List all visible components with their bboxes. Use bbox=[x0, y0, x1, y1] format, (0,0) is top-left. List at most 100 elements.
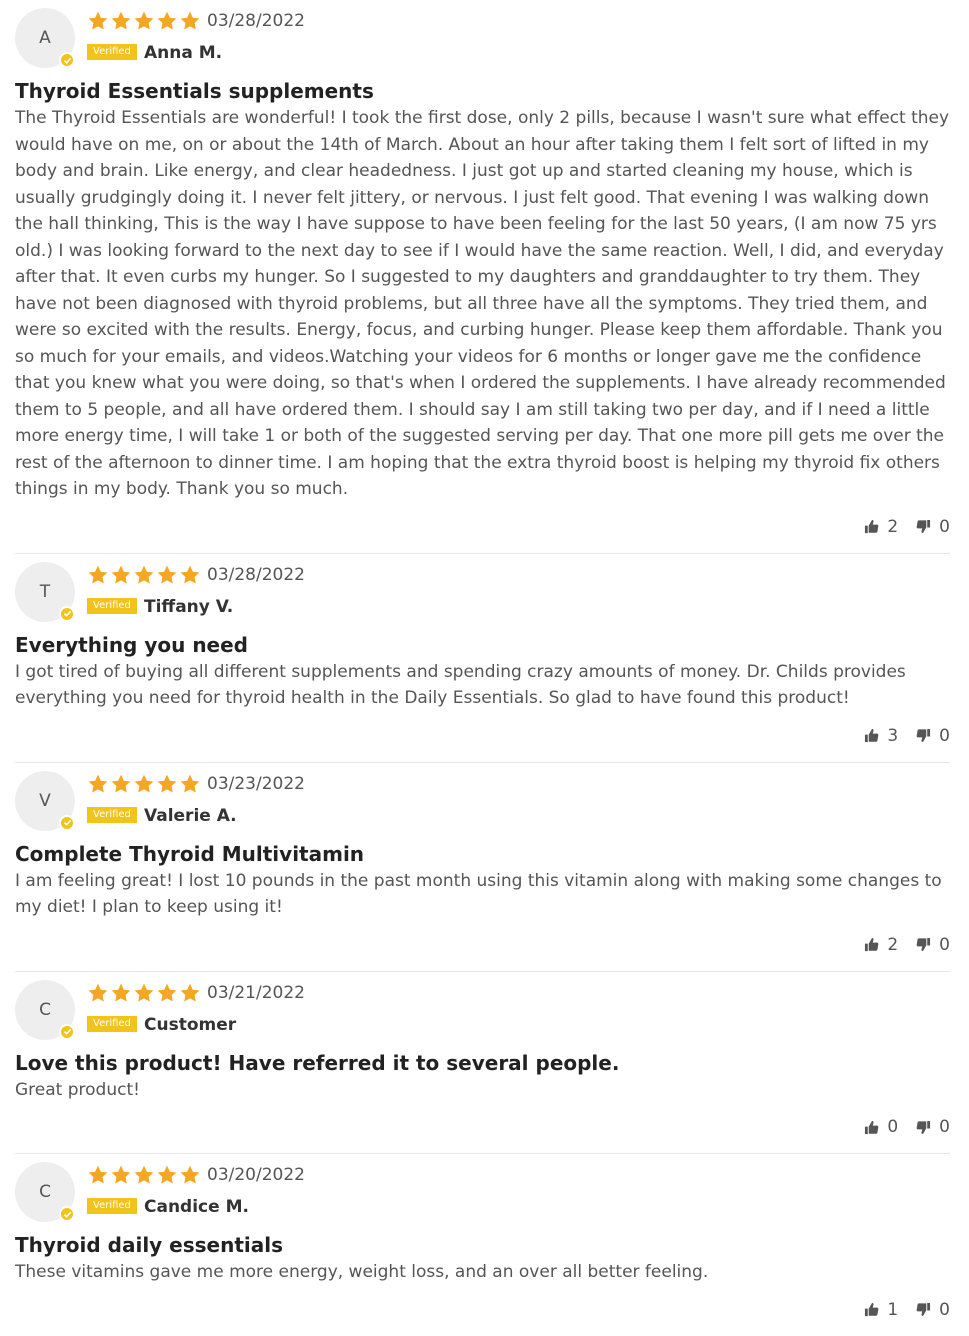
star-icon bbox=[179, 773, 201, 795]
upvote-count: 0 bbox=[887, 1117, 899, 1137]
star-icon bbox=[156, 564, 178, 586]
star-icon bbox=[87, 10, 109, 32]
verified-check-icon bbox=[59, 605, 75, 622]
star-icon bbox=[179, 564, 201, 586]
review-header: C 03/21/2022 Verified Customer bbox=[15, 979, 950, 1048]
star-rating bbox=[87, 1164, 201, 1186]
review-date: 03/21/2022 bbox=[207, 982, 305, 1003]
review-title: Thyroid daily essentials bbox=[15, 1233, 284, 1257]
upvote-button[interactable]: 2 bbox=[864, 935, 898, 955]
star-rating bbox=[87, 982, 201, 1004]
thumbs-down-icon bbox=[916, 1302, 931, 1317]
downvote-count: 0 bbox=[939, 1299, 950, 1320]
review-item: A 03/28/2022 Verified Anna M. Thyroid Es… bbox=[15, 0, 950, 554]
review-header: A 03/28/2022 Verified Anna M. bbox=[15, 8, 950, 76]
review-date: 03/23/2022 bbox=[207, 773, 305, 794]
avatar-initial: A bbox=[39, 28, 51, 48]
verified-check-icon bbox=[59, 814, 75, 831]
review-author: Anna M. bbox=[144, 43, 223, 63]
review-body: These vitamins gave me more energy, weig… bbox=[15, 1262, 709, 1282]
review-votes: 2 0 bbox=[15, 517, 950, 537]
verified-badge: Verified bbox=[87, 806, 137, 823]
upvote-button[interactable]: 3 bbox=[864, 726, 898, 746]
review-title: Everything you need bbox=[15, 632, 248, 657]
review-header: V 03/23/2022 Verified Valerie A. bbox=[15, 770, 950, 839]
downvote-button[interactable]: 0 bbox=[916, 1117, 950, 1137]
star-icon bbox=[133, 1164, 155, 1186]
verified-badge: Verified bbox=[87, 1015, 137, 1032]
review-votes: 0 0 bbox=[15, 1117, 950, 1137]
star-icon bbox=[87, 773, 109, 795]
star-icon bbox=[133, 564, 155, 586]
upvote-count: 2 bbox=[887, 516, 899, 537]
upvote-button[interactable]: 0 bbox=[864, 1117, 898, 1137]
review-title: Thyroid Essentials supplements bbox=[15, 79, 374, 103]
verified-badge: Verified bbox=[87, 1198, 137, 1214]
review-body: The Thyroid Essentials are wonderful! I … bbox=[15, 108, 950, 499]
upvote-button[interactable]: 1 bbox=[864, 1300, 898, 1320]
thumbs-down-icon bbox=[916, 728, 931, 743]
star-icon bbox=[133, 10, 155, 32]
avatar-initial: C bbox=[39, 1182, 51, 1202]
thumbs-up-icon bbox=[864, 728, 879, 743]
review-date: 03/28/2022 bbox=[207, 11, 305, 31]
verified-badge: Verified bbox=[87, 44, 137, 60]
reviews-list: A 03/28/2022 Verified Anna M. Thyroid Es… bbox=[0, 0, 969, 1336]
downvote-count: 0 bbox=[939, 934, 950, 955]
review-date: 03/20/2022 bbox=[207, 1165, 305, 1185]
star-icon bbox=[110, 1164, 132, 1186]
star-icon bbox=[156, 10, 178, 32]
review-author: Candice M. bbox=[144, 1197, 249, 1217]
downvote-count: 0 bbox=[939, 516, 950, 537]
downvote-count: 0 bbox=[939, 1117, 950, 1137]
review-title: Complete Thyroid Multivitamin bbox=[15, 841, 365, 866]
review-votes: 1 0 bbox=[15, 1300, 950, 1320]
star-icon bbox=[87, 1164, 109, 1186]
star-icon bbox=[179, 10, 201, 32]
review-body: I am feeling great! I lost 10 pounds in … bbox=[15, 870, 942, 918]
star-rating bbox=[87, 564, 201, 586]
thumbs-down-icon bbox=[916, 1120, 931, 1135]
review-item: V 03/23/2022 Verified Valerie A. Complet… bbox=[15, 763, 950, 972]
review-votes: 3 0 bbox=[15, 726, 950, 746]
verified-check-icon bbox=[59, 1023, 75, 1040]
review-header: C 03/20/2022 Verified Candice M. bbox=[15, 1162, 950, 1230]
thumbs-down-icon bbox=[916, 519, 931, 534]
thumbs-up-icon bbox=[864, 1120, 879, 1135]
verified-check-icon bbox=[59, 1206, 75, 1222]
review-author: Customer bbox=[144, 1014, 237, 1035]
star-icon bbox=[110, 773, 132, 795]
upvote-count: 1 bbox=[887, 1299, 899, 1320]
review-item: C 03/21/2022 Verified Customer Love this… bbox=[15, 972, 950, 1154]
star-icon bbox=[179, 982, 201, 1004]
avatar-initial: V bbox=[39, 790, 51, 811]
verified-badge: Verified bbox=[87, 597, 137, 614]
review-body: Great product! bbox=[15, 1079, 140, 1100]
downvote-button[interactable]: 0 bbox=[916, 517, 950, 537]
review-author: Valerie A. bbox=[144, 805, 237, 826]
review-body: I got tired of buying all different supp… bbox=[15, 661, 906, 709]
thumbs-up-icon bbox=[864, 937, 879, 952]
review-author: Tiffany V. bbox=[144, 596, 234, 617]
upvote-count: 2 bbox=[887, 934, 899, 955]
thumbs-up-icon bbox=[864, 1302, 879, 1317]
upvote-count: 3 bbox=[887, 725, 899, 746]
downvote-button[interactable]: 0 bbox=[916, 935, 950, 955]
thumbs-down-icon bbox=[916, 937, 931, 952]
review-title: Love this product! Have referred it to s… bbox=[15, 1050, 620, 1075]
upvote-button[interactable]: 2 bbox=[864, 517, 898, 537]
review-header: T 03/28/2022 Verified Tiffany V. bbox=[15, 561, 950, 630]
review-item: C 03/20/2022 Verified Candice M. Thyroid… bbox=[15, 1154, 950, 1336]
downvote-button[interactable]: 0 bbox=[916, 726, 950, 746]
thumbs-up-icon bbox=[864, 519, 879, 534]
star-icon bbox=[133, 773, 155, 795]
review-date: 03/28/2022 bbox=[207, 564, 305, 585]
verified-check-icon bbox=[59, 52, 75, 68]
star-icon bbox=[156, 773, 178, 795]
review-votes: 2 0 bbox=[15, 935, 950, 955]
review-item: T 03/28/2022 Verified Tiffany V. Everyth… bbox=[15, 554, 950, 763]
downvote-button[interactable]: 0 bbox=[916, 1300, 950, 1320]
avatar-initial: T bbox=[39, 581, 51, 602]
star-icon bbox=[133, 982, 155, 1004]
star-icon bbox=[110, 10, 132, 32]
